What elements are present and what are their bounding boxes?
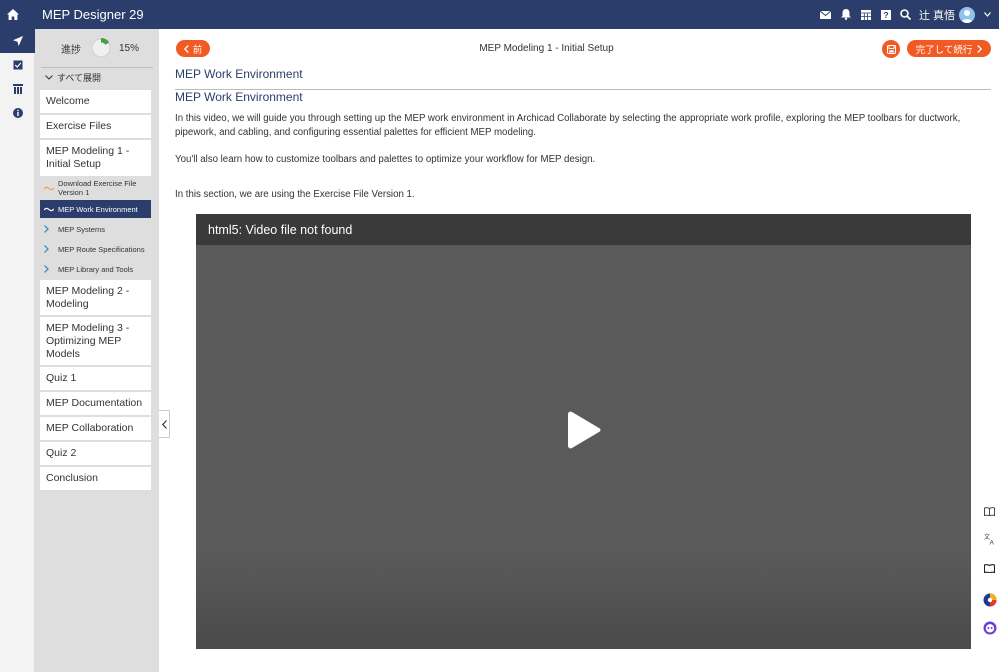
wave-icon [44,207,54,211]
svg-text:A: A [989,540,994,546]
sidebar-item-mep-modeling-2[interactable]: MEP Modeling 2 - Modeling [40,280,151,315]
page-title: MEP Work Environment [175,67,303,81]
checklist-icon [13,60,22,70]
help-button[interactable]: ? [876,0,896,29]
translate-icon: 文A [984,533,995,546]
bell-icon [840,9,851,20]
main-content: 前 MEP Modeling 1 - Initial Setup 完了して続行 … [159,29,999,672]
rail-navigation[interactable] [0,29,35,53]
dictionary-button[interactable] [980,559,999,577]
sidebar-subitem-download-exercise[interactable]: Download Exercise File Version 1 [40,178,151,198]
extension-button[interactable] [980,590,999,610]
expand-all-toggle[interactable]: すべて展開 [41,67,153,87]
home-button[interactable] [0,0,26,29]
translate-button[interactable]: 文A [980,530,999,548]
progress-percent: 15% [119,42,140,54]
rail-info[interactable] [0,101,35,125]
expand-all-label: すべて展開 [57,73,102,83]
section-title: MEP Work Environment [175,90,303,104]
top-bar: MEP Designer 29 ? 辻 真悟 [0,0,999,29]
exercise-file-note: In this section, we are using the Exerci… [175,189,415,200]
home-icon [7,9,19,20]
customize-paragraph: You'll also learn how to customize toolb… [175,154,596,165]
icon-rail [0,29,35,672]
sidebar-item-mep-documentation[interactable]: MEP Documentation [40,392,151,415]
section-header: MEP Work Environment [175,89,991,104]
user-icon [961,9,973,23]
chevron-down-icon [983,12,991,17]
complete-and-continue-button[interactable]: 完了して続行 [907,40,991,57]
calendar-button[interactable] [856,0,876,29]
mail-button[interactable] [816,0,836,29]
sidebar-item-exercise-files[interactable]: Exercise Files [40,115,151,138]
lesson-nav: Welcome Exercise Files MEP Modeling 1 - … [40,90,151,492]
info-icon [12,108,23,118]
avatar[interactable] [959,6,975,23]
mail-icon [820,10,832,19]
lesson-title: MEP Modeling 1 - Initial Setup [479,43,614,54]
progress-label: 進捗 [61,44,81,56]
reader-button[interactable] [980,502,999,520]
chevron-right-icon [44,265,49,273]
sidebar-item-welcome[interactable]: Welcome [40,90,151,113]
chevron-down-icon [45,75,53,80]
sidebar-item-quiz-2[interactable]: Quiz 2 [40,442,151,465]
save-button[interactable] [882,40,900,58]
sidebar-subitem-mep-systems[interactable]: MEP Systems [40,220,151,238]
sidebar-subitem-mep-work-environment[interactable]: MEP Work Environment [40,200,151,218]
search-button[interactable] [896,0,916,29]
sidebar-item-mep-modeling-3[interactable]: MEP Modeling 3 - Optimizing MEP Models [40,317,151,365]
chevron-right-icon [977,44,983,53]
intro-paragraph: In this video, we will guide you through… [175,113,961,138]
sidebar-subitem-mep-route-specifications[interactable]: MEP Route Specifications [40,240,151,258]
color-wheel-icon [983,593,996,607]
sidebar-item-mep-modeling-1[interactable]: MEP Modeling 1 - Initial Setup [40,140,151,176]
book-open-icon [984,563,995,573]
search-icon [900,9,912,20]
assistant-button[interactable] [980,618,999,638]
video-player[interactable]: html5: Video file not found [196,214,971,649]
user-menu-caret[interactable] [981,0,993,29]
book-icon [984,506,995,516]
course-sidebar: 進捗 15% すべて展開 Welcome Exercise Files MEP … [35,29,159,672]
notifications-button[interactable] [836,0,856,29]
assistant-bot-icon [983,621,996,635]
location-arrow-icon [12,36,23,46]
video-error-bar: html5: Video file not found [196,214,971,245]
chevron-right-icon [44,245,49,253]
play-icon[interactable] [566,410,602,450]
sidebar-item-conclusion[interactable]: Conclusion [40,467,151,490]
save-icon [886,44,896,54]
progress-ring-icon [91,38,111,58]
app-title: MEP Designer 29 [42,7,144,22]
sidebar-item-mep-collaboration[interactable]: MEP Collaboration [40,417,151,440]
wave-icon [44,186,54,190]
library-icon [12,84,23,94]
chevron-right-icon [44,225,49,233]
rail-library[interactable] [0,77,35,101]
calendar-icon [860,9,871,20]
progress-row: 進捗 15% [35,29,159,67]
sidebar-subitem-mep-library-and-tools[interactable]: MEP Library and Tools [40,260,151,278]
sidebar-item-quiz-1[interactable]: Quiz 1 [40,367,151,390]
help-icon: ? [880,9,891,20]
user-name[interactable]: 辻 真悟 [919,7,955,23]
rail-tasks[interactable] [0,53,35,77]
svg-text:?: ? [883,10,888,20]
